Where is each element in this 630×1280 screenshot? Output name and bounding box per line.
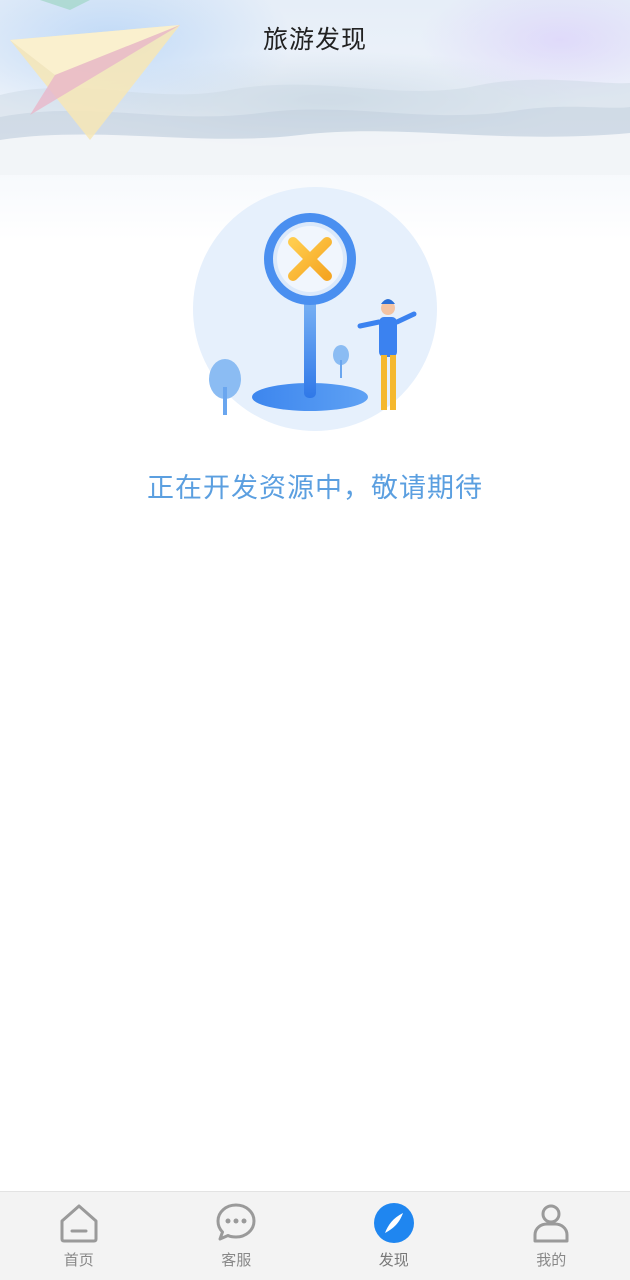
- tab-discover[interactable]: 发现: [315, 1192, 473, 1280]
- chat-bubble-icon: [216, 1203, 256, 1241]
- page-title: 旅游发现: [262, 25, 367, 54]
- tab-discover-label: 发现: [378, 1251, 409, 1269]
- user-icon: [533, 1204, 569, 1243]
- development-status-message: 正在开发资源中，敬请期待: [147, 473, 483, 504]
- under-development-illustration: [193, 187, 437, 431]
- discover-page: 旅游发现 正在开发资源中，敬请期待 首页 客服 发现 我的: [0, 0, 630, 1280]
- home-icon: [60, 1204, 98, 1243]
- tab-customer-service-label: 客服: [221, 1251, 252, 1269]
- tab-customer-service[interactable]: 客服: [158, 1192, 316, 1280]
- tab-home-label: 首页: [63, 1251, 94, 1269]
- bottom-tab-bar: 首页 客服 发现 我的: [0, 1191, 630, 1280]
- compass-icon: [373, 1203, 414, 1243]
- tab-profile-label: 我的: [536, 1251, 567, 1269]
- tab-profile[interactable]: 我的: [473, 1192, 630, 1280]
- tab-home[interactable]: 首页: [0, 1192, 158, 1280]
